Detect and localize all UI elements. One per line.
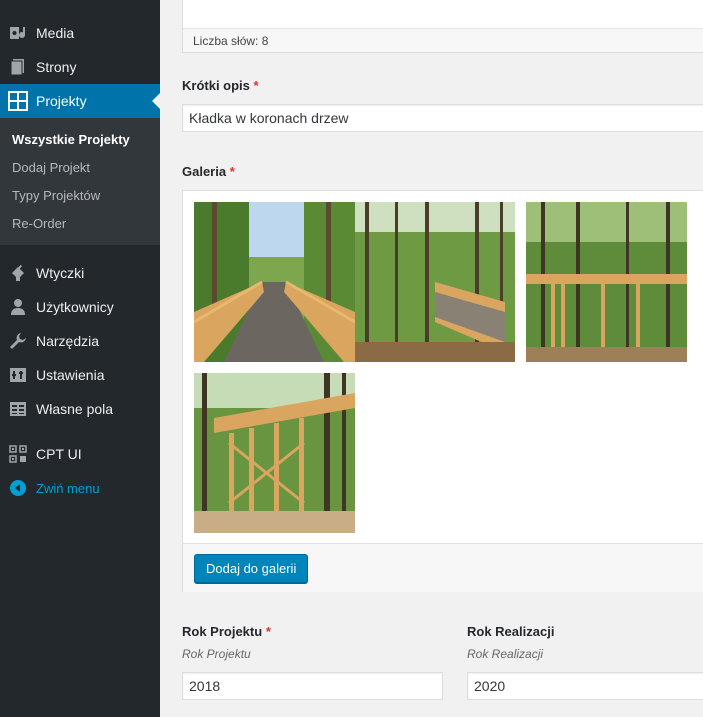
gallery-image-1[interactable] <box>194 202 355 362</box>
gallery-field: Dodaj do galerii <box>182 190 703 592</box>
sidebar-item-custom-fields[interactable]: Własne pola <box>0 392 160 426</box>
year-realization-label: Rok Realizacji <box>467 624 554 639</box>
sidebar-item-tools[interactable]: Narzędzia <box>0 324 160 358</box>
submenu-item-add-project[interactable]: Dodaj Projekt <box>12 160 90 175</box>
year-realization-input[interactable]: 2020 <box>467 672 703 700</box>
sidebar-item-users[interactable]: Użytkownicy <box>0 290 160 324</box>
year-project-label-text: Rok Projektu <box>182 624 263 639</box>
short-desc-input[interactable]: Kładka w koronach drzew <box>182 104 703 132</box>
sidebar-item-plugins[interactable]: Wtyczki <box>0 256 160 290</box>
sidebar-item-pages[interactable]: Strony <box>0 50 160 84</box>
gallery-footer: Dodaj do galerii <box>183 543 703 592</box>
add-to-gallery-button[interactable]: Dodaj do galerii <box>194 554 309 583</box>
sidebar-item-projekty[interactable]: Projekty <box>0 84 160 118</box>
sidebar-item-label: Strony <box>36 59 77 75</box>
gallery-label-text: Galeria <box>182 164 227 179</box>
sidebar-item-label: Narzędzia <box>36 333 100 349</box>
sidebar-item-media[interactable]: Media <box>0 16 160 50</box>
collapse-arrow-icon <box>0 480 36 496</box>
media-icon <box>0 24 36 42</box>
submenu-item-all-projects[interactable]: Wszystkie Projekty <box>12 132 130 147</box>
settings-icon <box>0 366 36 384</box>
required-marker: * <box>229 164 235 179</box>
wrench-icon <box>0 332 36 350</box>
submenu-item-project-types[interactable]: Typy Projektów <box>12 188 100 203</box>
sidebar-item-label: Media <box>36 25 75 41</box>
short-desc-label-text: Krótki opis <box>182 78 250 93</box>
user-icon <box>0 298 36 316</box>
active-arrow-icon <box>152 93 160 109</box>
sidebar-item-label: Wtyczki <box>36 265 85 281</box>
required-marker: * <box>253 78 259 93</box>
year-project-input[interactable]: 2018 <box>182 672 443 700</box>
collapse-menu-button[interactable]: Zwiń menu <box>0 471 160 505</box>
year-project-hint: Rok Projektu <box>182 647 251 661</box>
gallery-image-4[interactable] <box>194 373 355 533</box>
sidebar-item-label: Własne pola <box>36 401 114 417</box>
content-editor[interactable]: Liczba słów: 8 <box>182 0 703 53</box>
word-count: Liczba słów: 8 <box>183 28 703 52</box>
collapse-menu-label: Zwiń menu <box>36 480 100 496</box>
gallery-image-3[interactable] <box>526 202 687 362</box>
sidebar-item-label: Projekty <box>36 93 87 109</box>
cpt-icon <box>0 445 36 463</box>
gallery-image-2[interactable] <box>355 202 515 362</box>
year-project-label: Rok Projektu * <box>182 624 271 639</box>
year-realization-label-text: Rok Realizacji <box>467 624 555 639</box>
admin-sidebar: Media Strony Projekty Wszystkie Projekty… <box>0 0 160 717</box>
sidebar-item-label: Ustawienia <box>36 367 105 383</box>
sidebar-item-label: CPT UI <box>36 446 82 462</box>
gallery-label: Galeria * <box>182 164 235 179</box>
projekty-submenu: Wszystkie Projekty Dodaj Projekt Typy Pr… <box>0 118 160 245</box>
year-realization-hint: Rok Realizacji <box>467 647 544 661</box>
pages-icon <box>0 58 36 76</box>
sidebar-item-settings[interactable]: Ustawienia <box>0 358 160 392</box>
table-icon <box>0 400 36 418</box>
submenu-item-reorder[interactable]: Re-Order <box>12 216 66 231</box>
grid-icon <box>0 91 36 111</box>
plugin-icon <box>0 264 36 282</box>
sidebar-item-label: Użytkownicy <box>36 299 114 315</box>
sidebar-item-cpt-ui[interactable]: CPT UI <box>0 437 160 471</box>
required-marker: * <box>265 624 271 639</box>
main-content: Liczba słów: 8 Krótki opis * Kładka w ko… <box>160 0 703 717</box>
short-desc-label: Krótki opis * <box>182 78 259 93</box>
